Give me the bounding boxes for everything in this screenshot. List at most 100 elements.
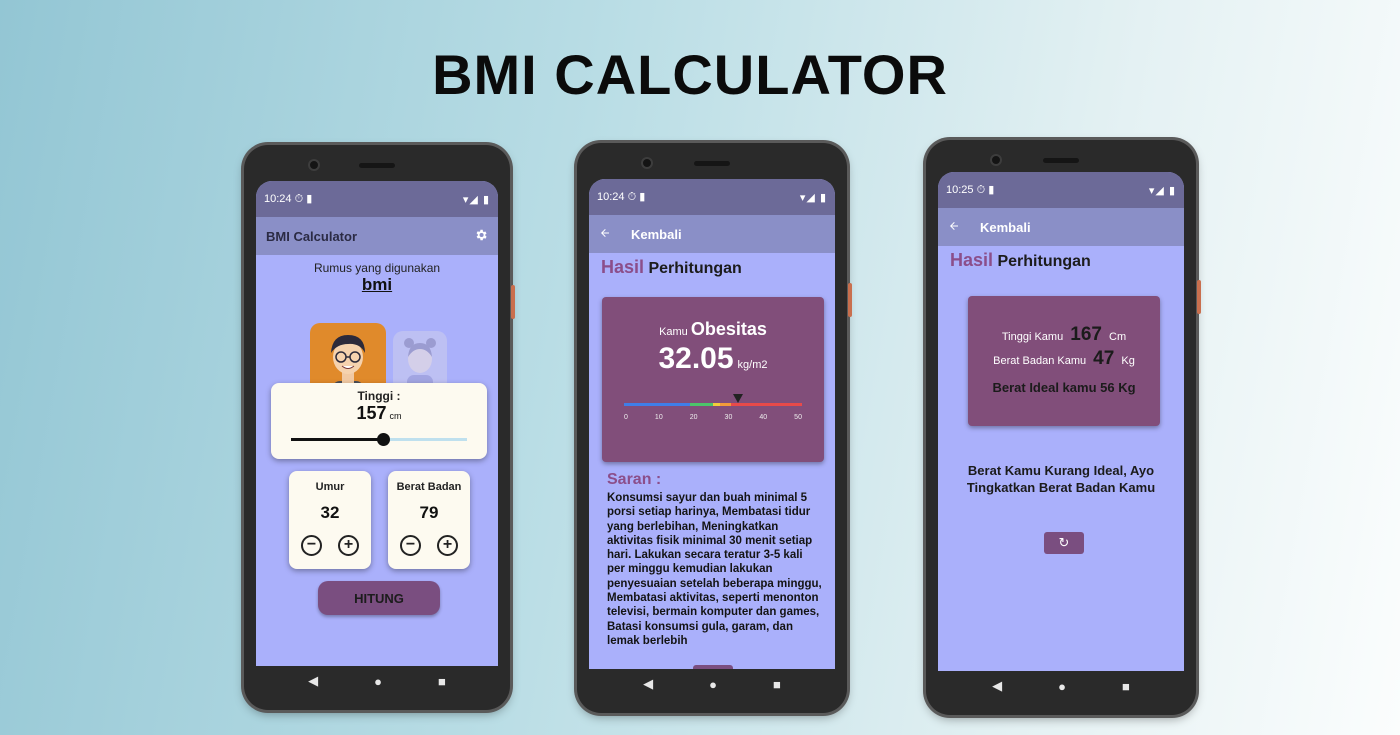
- nav-bar: ◀ ● ■: [589, 669, 835, 699]
- height-value: 157: [356, 403, 387, 423]
- height-slider[interactable]: [291, 433, 467, 446]
- status-right-icons: ▾◢ ▮: [462, 193, 490, 206]
- age-plus-button[interactable]: +: [338, 535, 359, 556]
- speaker-grille: [359, 163, 395, 168]
- height-label: Tinggi Kamu: [1001, 331, 1064, 343]
- nav-bar: ◀ ● ■: [938, 671, 1184, 701]
- weight-card: Berat Badan 79 − +: [388, 471, 470, 569]
- bmi-scale-tick-label: 40: [759, 414, 768, 421]
- bmi-scale-tick-label: 50: [794, 414, 802, 421]
- refresh-icon: ↻: [1058, 535, 1070, 550]
- bmi-value: 32.05: [658, 342, 734, 375]
- weight-verdict: Berat Kamu Kurang Ideal, Ayo Tingkatkan …: [966, 463, 1156, 495]
- bmi-scale-tick-label: 30: [724, 414, 733, 421]
- camera-icon: [308, 159, 320, 171]
- height-value: 167: [1070, 324, 1102, 345]
- ideal-weight-text: Berat Ideal kamu 56 Kg: [992, 380, 1136, 395]
- age-value: 32: [320, 503, 340, 522]
- nav-home-icon[interactable]: ●: [374, 674, 382, 689]
- page-title: BMI CALCULATOR: [432, 43, 948, 106]
- nav-bar: ◀ ● ■: [256, 666, 498, 696]
- bmi-scale-bar: [624, 403, 802, 406]
- bmi-result-card: Kamu Obesitas 32.05 kg/m2 0 10 20 30 40 50: [602, 297, 824, 462]
- status-left-icons: ⏱ ▮: [294, 193, 313, 205]
- weight-label: Berat Badan Kamu: [993, 355, 1087, 367]
- height-slider-fill: [291, 438, 383, 441]
- bmi-category: Obesitas: [690, 319, 767, 339]
- bmi-unit: kg/m2: [737, 359, 768, 371]
- result-title-accent: Hasil: [601, 257, 645, 277]
- bmi-scale-segment: [720, 403, 731, 406]
- status-bar: 10:24 ⏱ ▮ ▾◢ ▮: [589, 179, 835, 215]
- screen: 10:25 ⏱ ▮ ▾◢ ▮ Kembali Hasil Perhitungan…: [938, 172, 1184, 671]
- age-label: Umur: [315, 481, 345, 493]
- camera-icon: [990, 154, 1002, 166]
- advice-text: Konsumsi sayur dan buah minimal 5 porsi …: [607, 492, 822, 647]
- bmi-scale-segment: [730, 403, 802, 406]
- status-time: 10:24: [597, 191, 625, 203]
- status-bar: 10:25 ⏱ ▮ ▾◢ ▮: [938, 172, 1184, 208]
- bmi-scale: 0 10 20 30 40 50: [624, 394, 802, 421]
- status-left-icons: ⏱ ▮: [976, 184, 995, 196]
- result-title: Hasil Perhitungan: [938, 246, 1184, 275]
- weight-unit: Kg: [1121, 355, 1135, 367]
- nav-recents-icon[interactable]: ■: [438, 674, 446, 689]
- nav-home-icon[interactable]: ●: [709, 677, 717, 692]
- app-bar: BMI Calculator: [256, 217, 498, 255]
- height-slider-thumb[interactable]: [376, 433, 390, 446]
- arrow-left-icon[interactable]: [948, 220, 960, 235]
- app-bar: Kembali: [938, 208, 1184, 246]
- nav-back-icon[interactable]: ◀: [643, 676, 653, 692]
- screen: 10:24 ⏱ ▮ ▾◢ ▮ BMI Calculator Rumus yang…: [256, 181, 498, 666]
- status-left-icons: ⏱ ▮: [627, 191, 646, 203]
- status-time: 10:24: [264, 193, 292, 205]
- phone-ideal-weight: 10:25 ⏱ ▮ ▾◢ ▮ Kembali Hasil Perhitungan…: [926, 140, 1201, 715]
- gear-icon[interactable]: [474, 228, 488, 245]
- speaker-grille: [1043, 158, 1079, 163]
- bmi-scale-segment: [712, 403, 721, 406]
- phone-result: 10:24 ⏱ ▮ ▾◢ ▮ Kembali Hasil Perhitungan…: [577, 143, 852, 713]
- back-label[interactable]: Kembali: [631, 227, 682, 242]
- app-bar: Kembali: [589, 215, 835, 253]
- bmi-scale-tick-label: 0: [624, 414, 628, 421]
- nav-back-icon[interactable]: ◀: [308, 673, 318, 689]
- bmi-scale-ticks: 0 10 20 30 40 50: [624, 414, 802, 421]
- bmi-scale-tick-label: 10: [654, 414, 663, 421]
- bmi-scale-segment: [624, 403, 690, 406]
- result-title-accent: Hasil: [950, 250, 994, 270]
- app-title: BMI Calculator: [266, 228, 358, 244]
- height-card: Tinggi : 157 cm: [271, 383, 487, 459]
- advice-title: Saran :: [607, 471, 662, 488]
- status-right-icons: ▾◢ ▮: [1148, 184, 1176, 197]
- weight-plus-button[interactable]: +: [437, 535, 458, 556]
- nav-recents-icon[interactable]: ■: [773, 677, 781, 692]
- weight-label: Berat Badan: [396, 481, 462, 493]
- height-unit: Cm: [1109, 331, 1127, 343]
- ideal-weight-card: Tinggi Kamu 167 Cm Berat Badan Kamu 47 K…: [968, 296, 1160, 426]
- age-card: Umur 32 − +: [289, 471, 371, 569]
- nav-home-icon[interactable]: ●: [1058, 679, 1066, 694]
- result-title-rest: Perhitungan: [997, 253, 1091, 270]
- bmi-scale-segment: [689, 403, 713, 406]
- back-label[interactable]: Kembali: [980, 220, 1031, 235]
- female-avatar[interactable]: [393, 331, 447, 391]
- bmi-pointer: [733, 394, 744, 403]
- bmi-scale-tick-label: 20: [689, 414, 698, 421]
- status-right-icons: ▾◢ ▮: [799, 191, 827, 204]
- calculate-button[interactable]: HITUNG: [318, 581, 440, 615]
- result-title-rest: Perhitungan: [648, 260, 742, 277]
- refresh-button[interactable]: ↻: [1044, 532, 1084, 554]
- weight-minus-button[interactable]: −: [400, 535, 421, 556]
- bmi-prefix: Kamu: [659, 326, 688, 338]
- weight-value: 79: [419, 503, 439, 522]
- height-unit: cm: [389, 411, 402, 421]
- formula-value[interactable]: bmi: [256, 275, 498, 295]
- arrow-left-icon[interactable]: [599, 227, 611, 242]
- status-bar: 10:24 ⏱ ▮ ▾◢ ▮: [256, 181, 498, 217]
- nav-recents-icon[interactable]: ■: [1122, 679, 1130, 694]
- status-time: 10:25: [946, 184, 974, 196]
- screen: 10:24 ⏱ ▮ ▾◢ ▮ Kembali Hasil Perhitungan…: [589, 179, 835, 669]
- nav-back-icon[interactable]: ◀: [992, 678, 1002, 694]
- phone-calculator: 10:24 ⏱ ▮ ▾◢ ▮ BMI Calculator Rumus yang…: [244, 145, 515, 710]
- age-minus-button[interactable]: −: [301, 535, 322, 556]
